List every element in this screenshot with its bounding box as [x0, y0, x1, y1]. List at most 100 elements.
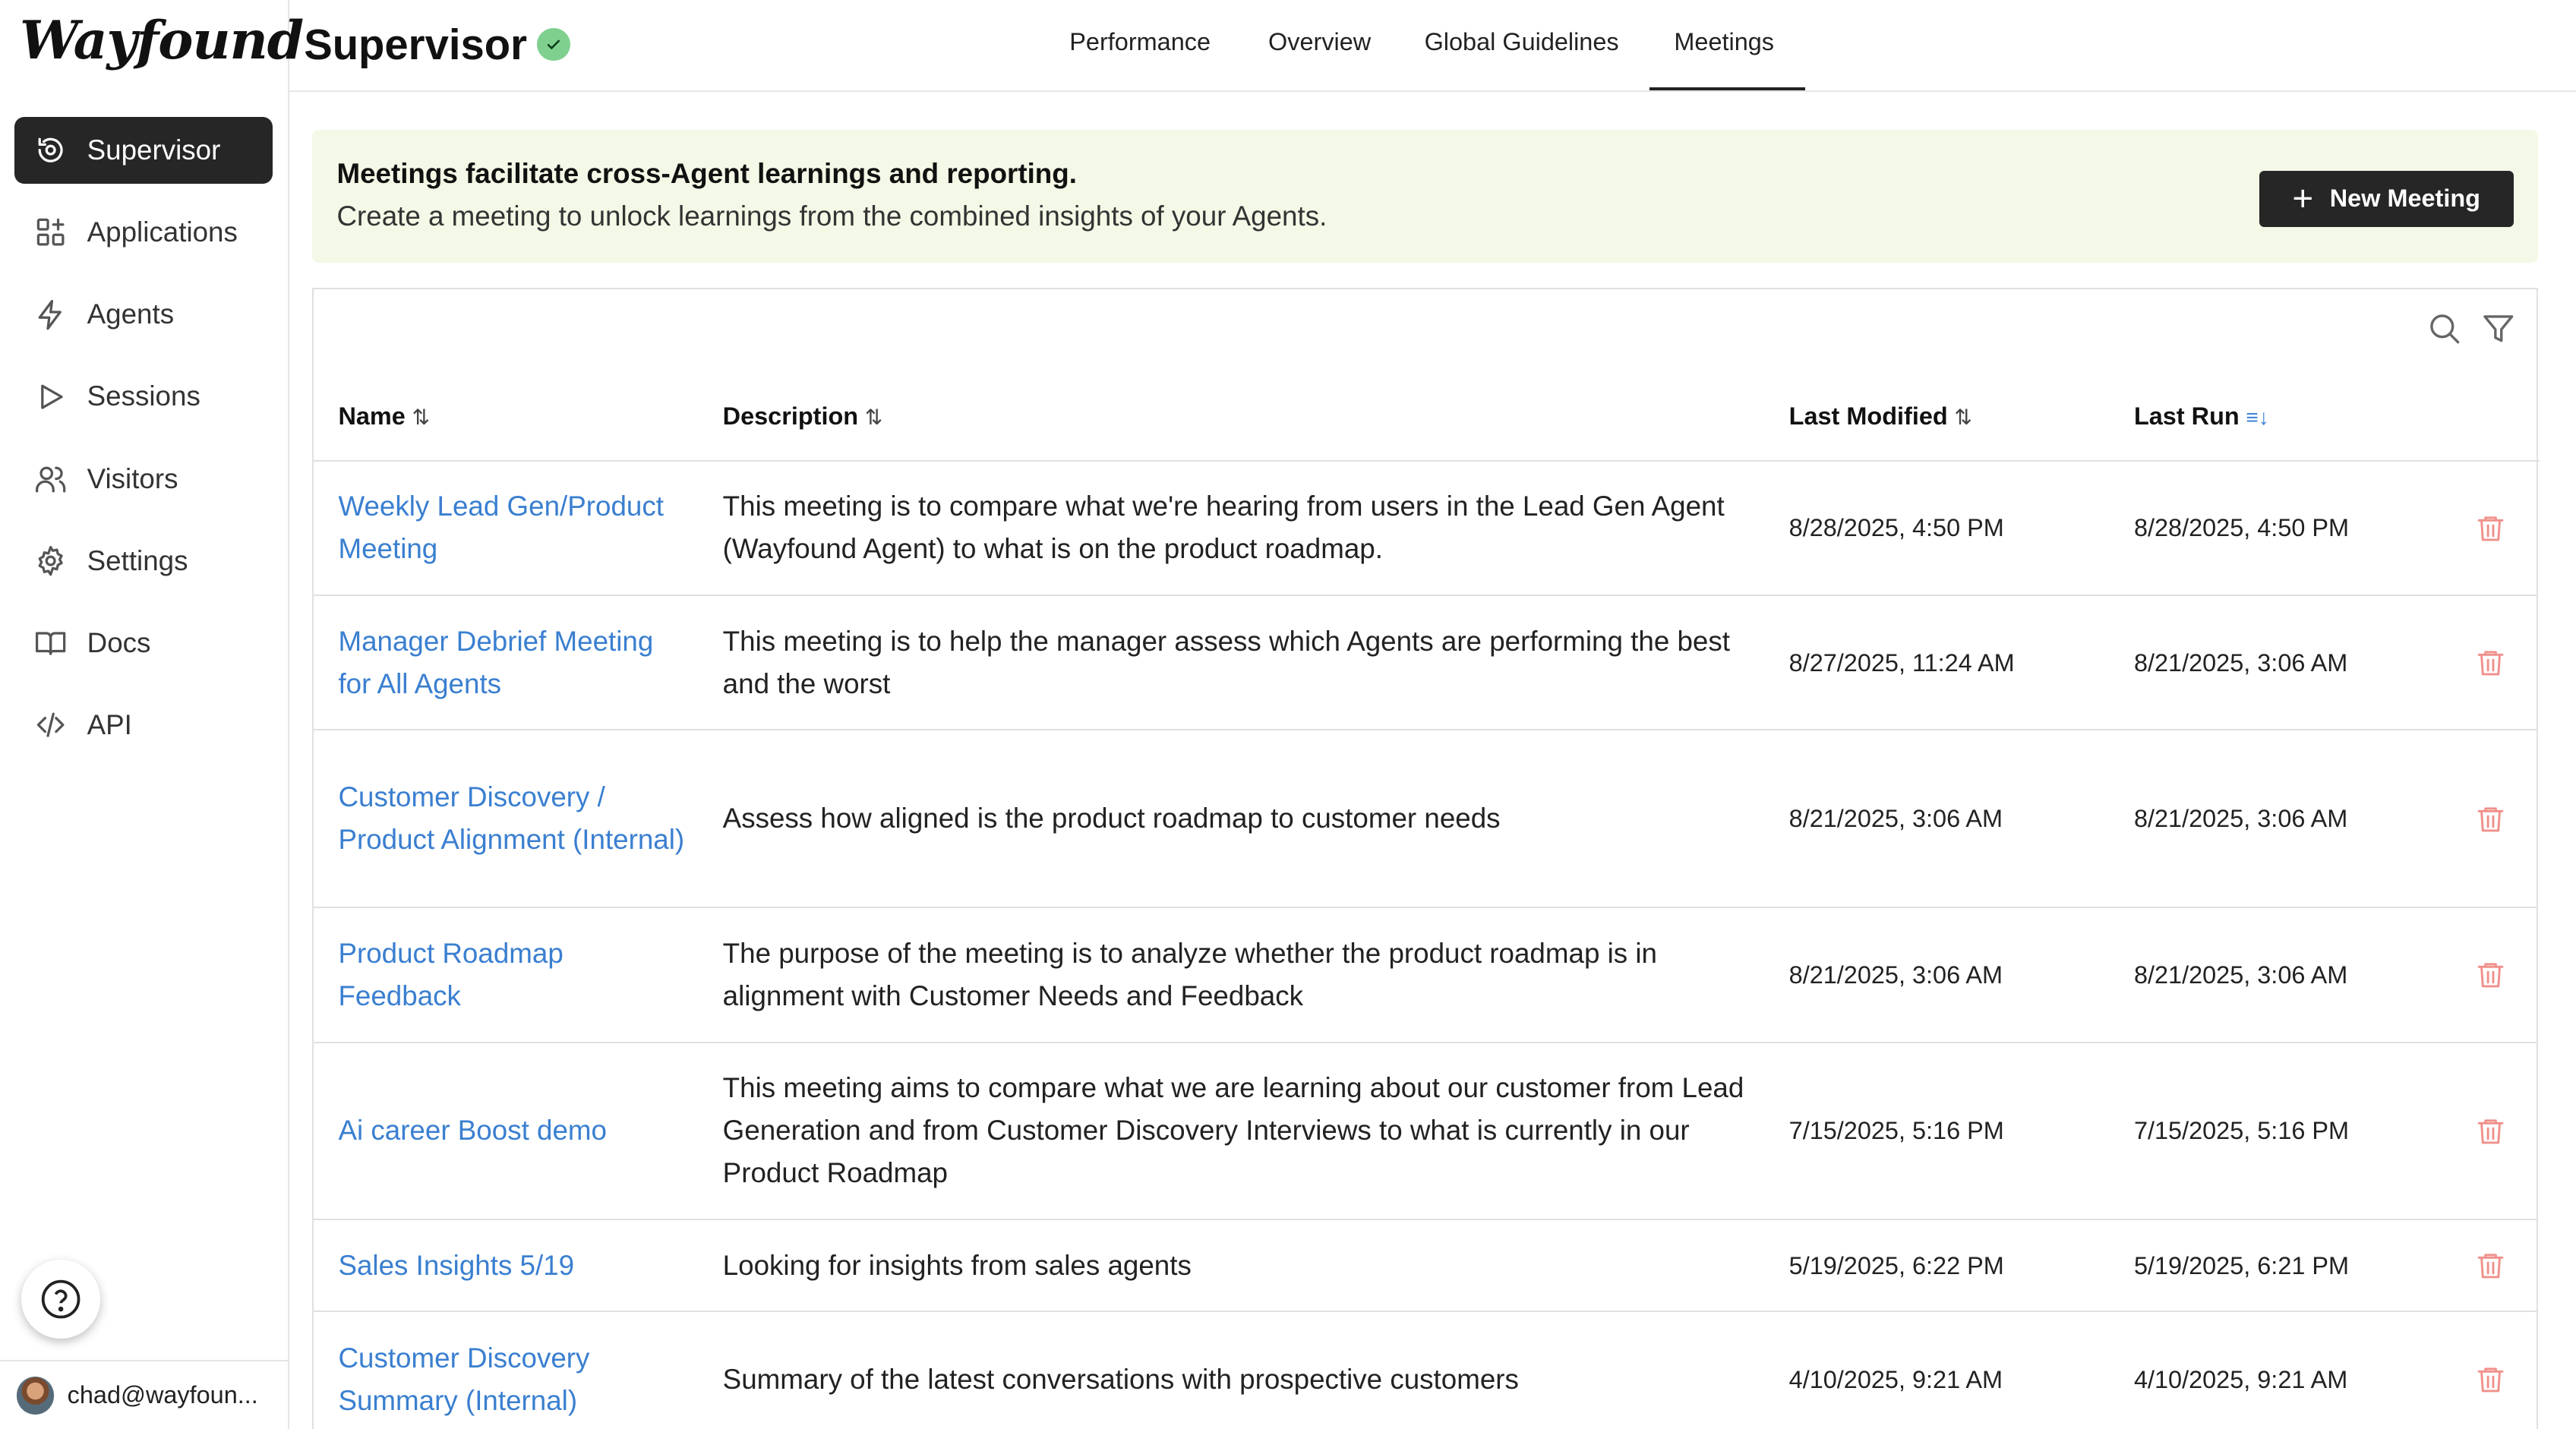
column-header-last-run[interactable]: Last Run ≡↓ — [2134, 402, 2269, 431]
meeting-description: This meeting is to help the manager asse… — [722, 625, 1730, 699]
sort-icon: ⇅ — [864, 405, 883, 429]
sort-icon: ⇅ — [412, 405, 431, 429]
user-email: chad@wayfoun... — [67, 1381, 258, 1409]
meeting-description: Looking for insights from sales agents — [722, 1249, 1192, 1281]
trash-icon — [2477, 1254, 2504, 1279]
meeting-name-link[interactable]: Ai career Boost demo — [338, 1043, 687, 1219]
sidebar-item-label: API — [87, 709, 132, 741]
last-run: 8/21/2025, 3:06 AM — [2133, 648, 2348, 677]
help-button[interactable] — [21, 1260, 100, 1339]
trash-icon — [2477, 651, 2504, 676]
meeting-description: The purpose of the meeting is to analyze… — [722, 937, 1657, 1011]
sidebar-item-label: Docs — [87, 626, 151, 658]
trash-icon — [2477, 1119, 2504, 1144]
sidebar: Wayfound Supervisor Applications Agents — [0, 0, 304, 1429]
book-icon — [34, 626, 67, 659]
meeting-name-link[interactable]: Customer Discovery Summary (Internal) — [338, 1312, 687, 1429]
sidebar-item-label: Visitors — [87, 462, 178, 494]
trash-icon — [2477, 1367, 2504, 1393]
table-row[interactable]: Customer Discovery Summary (Internal) Su… — [314, 1312, 2537, 1429]
verified-check-icon — [537, 27, 570, 62]
sidebar-item-label: Supervisor — [87, 134, 221, 166]
table-row[interactable]: Product Roadmap Feedback The purpose of … — [314, 908, 2537, 1043]
sidebar-item-applications[interactable]: Applications — [14, 199, 273, 267]
plus-icon: + — [2292, 178, 2314, 219]
sidebar-item-label: Agents — [87, 298, 175, 330]
delete-meeting-button[interactable] — [2473, 462, 2509, 595]
last-run: 5/19/2025, 6:21 PM — [2133, 1251, 2350, 1279]
tab-global-guidelines[interactable]: Global Guidelines — [1425, 28, 1619, 56]
last-run: 4/10/2025, 9:21 AM — [2133, 1365, 2348, 1393]
search-icon[interactable] — [2426, 311, 2463, 347]
sidebar-item-label: Settings — [87, 544, 188, 576]
meeting-description: Assess how aligned is the product roadma… — [722, 803, 1501, 834]
column-header-last-modified[interactable]: Last Modified ⇅ — [1789, 402, 1972, 431]
user-account-menu[interactable]: chad@wayfoun... — [0, 1360, 289, 1429]
column-header-name[interactable]: Name ⇅ — [338, 402, 430, 431]
gear-icon — [34, 544, 67, 577]
sidebar-item-supervisor[interactable]: Supervisor — [14, 116, 273, 185]
sort-icon: ⇅ — [1954, 405, 1972, 429]
delete-meeting-button[interactable] — [2473, 596, 2509, 729]
sidebar-item-docs[interactable]: Docs — [14, 610, 273, 677]
delete-meeting-button[interactable] — [2473, 908, 2509, 1041]
code-icon — [34, 708, 67, 741]
meeting-description: This meeting aims to compare what we are… — [722, 1071, 1744, 1189]
last-run: 7/15/2025, 5:16 PM — [2133, 1117, 2350, 1145]
supervisor-icon — [34, 134, 67, 166]
meetings-table: Name ⇅ Description ⇅ Last Modified ⇅ Last R… — [312, 287, 2540, 1429]
table-row[interactable]: Weekly Lead Gen/Product Meeting This mee… — [314, 462, 2537, 597]
table-row[interactable]: Manager Debrief Meeting for All Agents T… — [314, 596, 2537, 731]
last-run: 8/28/2025, 4:50 PM — [2133, 514, 2350, 542]
sidebar-item-agents[interactable]: Agents — [14, 281, 273, 349]
sidebar-item-label: Applications — [87, 216, 238, 248]
last-modified: 4/10/2025, 9:21 AM — [1788, 1365, 2003, 1393]
delete-meeting-button[interactable] — [2473, 1220, 2509, 1311]
sidebar-item-settings[interactable]: Settings — [14, 527, 273, 595]
delete-meeting-button[interactable] — [2473, 1312, 2509, 1429]
applications-icon — [34, 216, 67, 248]
trash-icon — [2477, 516, 2504, 541]
tab-meetings[interactable]: Meetings — [1674, 28, 1774, 56]
play-icon — [34, 380, 67, 413]
table-row[interactable]: Customer Discovery / Product Alignment (… — [314, 730, 2537, 909]
last-modified: 7/15/2025, 5:16 PM — [1788, 1117, 2004, 1145]
active-tab-indicator — [1649, 87, 1806, 90]
tab-performance[interactable]: Performance — [1069, 28, 1211, 56]
delete-meeting-button[interactable] — [2473, 1043, 2509, 1219]
trash-icon — [2477, 807, 2504, 832]
question-icon — [41, 1279, 80, 1319]
new-meeting-label: New Meeting — [2329, 185, 2480, 213]
filter-icon[interactable] — [2480, 311, 2517, 347]
meetings-info-banner: Meetings facilitate cross-Agent learning… — [312, 129, 2539, 263]
trash-icon — [2477, 963, 2504, 988]
delete-meeting-button[interactable] — [2473, 730, 2509, 907]
sidebar-item-visitors[interactable]: Visitors — [14, 445, 273, 513]
banner-title: Meetings facilitate cross-Agent learning… — [336, 157, 1077, 189]
page-title: Supervisor — [304, 20, 527, 68]
banner-subtitle: Create a meeting to unlock learnings fro… — [336, 200, 1327, 232]
users-icon — [34, 462, 67, 495]
new-meeting-button[interactable]: + New Meeting — [2259, 170, 2514, 227]
last-modified: 8/27/2025, 11:24 AM — [1788, 648, 2015, 677]
meeting-name-link[interactable]: Customer Discovery / Product Alignment (… — [338, 730, 687, 907]
last-modified: 8/28/2025, 4:50 PM — [1788, 514, 2004, 542]
meeting-description: Summary of the latest conversations with… — [722, 1363, 1519, 1395]
lightning-icon — [34, 298, 67, 331]
top-header: Supervisor Performance Overview Global G… — [289, 0, 2576, 93]
table-row[interactable]: Ai career Boost demo This meeting aims t… — [314, 1043, 2537, 1221]
table-row[interactable]: Sales Insights 5/19 Looking for insights… — [314, 1220, 2537, 1313]
tab-overview[interactable]: Overview — [1268, 28, 1371, 56]
last-modified: 8/21/2025, 3:06 AM — [1788, 961, 2003, 989]
column-header-description[interactable]: Description ⇅ — [723, 402, 883, 431]
meeting-name-link[interactable]: Sales Insights 5/19 — [338, 1220, 687, 1311]
last-run: 8/21/2025, 3:06 AM — [2133, 961, 2348, 989]
meeting-name-link[interactable]: Manager Debrief Meeting for All Agents — [338, 596, 687, 729]
last-modified: 5/19/2025, 6:22 PM — [1788, 1251, 2004, 1279]
sidebar-item-sessions[interactable]: Sessions — [14, 363, 273, 431]
sidebar-item-api[interactable]: API — [14, 692, 273, 759]
meeting-name-link[interactable]: Product Roadmap Feedback — [338, 908, 687, 1041]
last-run: 8/21/2025, 3:06 AM — [2133, 805, 2348, 833]
meeting-name-link[interactable]: Weekly Lead Gen/Product Meeting — [338, 462, 687, 595]
wayfound-logo[interactable]: Wayfound — [20, 10, 304, 71]
